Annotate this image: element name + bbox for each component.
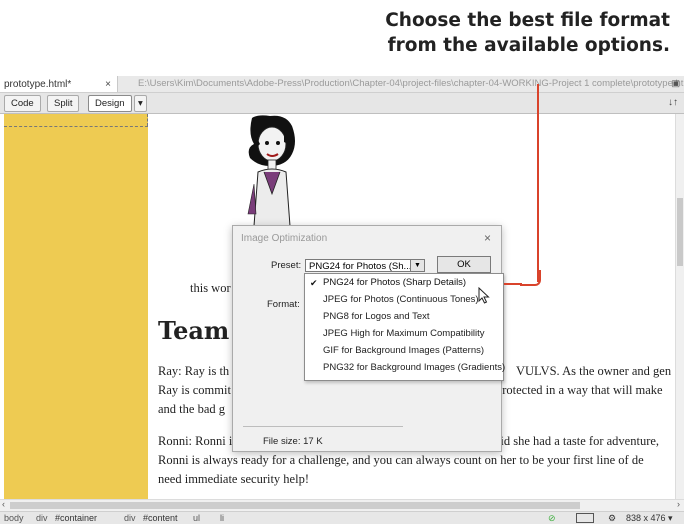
callout-pointer-line: [537, 84, 539, 282]
preset-option-label: JPEG for Photos (Continuous Tones): [323, 294, 479, 305]
design-view-button[interactable]: Design: [88, 95, 132, 112]
preset-option-jpeg-photos[interactable]: JPEG for Photos (Continuous Tones): [305, 292, 503, 308]
ronni-paragraph-line-3: need immediate security help!: [158, 472, 309, 486]
restore-window-icon[interactable]: ▣: [671, 78, 680, 89]
breadcrumb-content[interactable]: #content: [143, 512, 178, 524]
ok-button[interactable]: OK: [437, 256, 491, 273]
status-bar: body div #container div #content ul li ⊘…: [0, 511, 684, 524]
scroll-left-icon[interactable]: ‹: [2, 499, 5, 509]
callout-line-1: Choose the best file format: [385, 10, 670, 31]
document-tab-bar: prototype.html* × E:\Users\Kim\Documents…: [0, 76, 684, 93]
sort-icon[interactable]: ↓↑: [668, 97, 678, 108]
view-toolbar: Code Split Design ▾ ↓↑: [0, 93, 684, 114]
live-view-icon[interactable]: ⚙: [608, 512, 616, 524]
split-view-button[interactable]: Split: [47, 95, 80, 112]
ray-paragraph-line-1-right: VULVS. As the owner and gen: [516, 364, 672, 378]
preset-label: Preset:: [271, 260, 302, 271]
close-icon[interactable]: ×: [484, 231, 491, 245]
window-size-icon[interactable]: [576, 513, 594, 523]
ray-paragraph-line-2: Ray is commit: [158, 383, 231, 397]
ray-paragraph-line-1: Ray: Ray is th: [158, 364, 230, 378]
dialog-title: Image Optimization: [241, 233, 328, 244]
callout-pointer-end: [504, 283, 522, 285]
breadcrumb-tag-li[interactable]: li: [220, 512, 224, 524]
page-sidebar: [4, 114, 148, 499]
preset-option-label: PNG32 for Background Images (Gradients): [323, 362, 506, 373]
ray-paragraph-line-3: and the bad g: [158, 402, 225, 416]
document-tab-label: prototype.html*: [4, 78, 72, 90]
preset-option-label: PNG24 for Photos (Sharp Details): [323, 277, 467, 288]
document-tab[interactable]: prototype.html* ×: [0, 76, 118, 92]
vertical-scrollbar[interactable]: [675, 114, 684, 499]
preset-option-png8[interactable]: PNG8 for Logos and Text: [305, 309, 503, 325]
code-view-button[interactable]: Code: [4, 95, 41, 112]
ronni-paragraph-line-1: Ronni: Ronni i: [158, 434, 233, 448]
container-outline-edge: [147, 114, 148, 126]
content-text: this wor: [190, 281, 231, 295]
container-outline: [4, 126, 148, 127]
vertical-scroll-thumb[interactable]: [677, 198, 683, 266]
preset-option-png24[interactable]: ✔ PNG24 for Photos (Sharp Details): [305, 275, 503, 291]
callout-line-2: from the available options.: [387, 35, 670, 56]
chevron-down-icon[interactable]: ▼: [410, 260, 424, 271]
breadcrumb-tag-body[interactable]: body: [4, 512, 24, 524]
file-size-readout: File size: 17 K: [263, 436, 323, 447]
callout-annotation: Choose the best file format from the ava…: [310, 8, 670, 58]
preset-option-jpeg-high[interactable]: JPEG High for Maximum Compatibility: [305, 326, 503, 342]
preset-option-label: JPEG High for Maximum Compatibility: [323, 328, 485, 339]
mouse-cursor-icon: [478, 287, 490, 304]
callout-pointer-corner: [520, 270, 541, 286]
preset-option-png32[interactable]: PNG32 for Background Images (Gradients): [305, 360, 506, 376]
breadcrumb-container[interactable]: #container: [55, 512, 97, 524]
preset-option-gif[interactable]: GIF for Background Images (Patterns): [305, 343, 503, 359]
preset-option-label: PNG8 for Logos and Text: [323, 311, 430, 322]
preset-select[interactable]: PNG24 for Photos (Sh... ▼: [305, 259, 425, 272]
horizontal-scroll-thumb[interactable]: [10, 502, 580, 509]
view-menu-button[interactable]: ▾: [134, 95, 147, 112]
preset-select-value: PNG24 for Photos (Sh...: [309, 261, 412, 272]
preset-dropdown-list: ✔ PNG24 for Photos (Sharp Details) JPEG …: [304, 273, 506, 381]
file-path: E:\Users\Kim\Documents\Adobe-Press\Produ…: [138, 78, 684, 89]
ronni-paragraph-line-2: Ronni is always ready for a challenge, a…: [158, 453, 644, 467]
breadcrumb-tag-ul[interactable]: ul: [193, 512, 200, 524]
scroll-right-icon[interactable]: ›: [677, 499, 680, 509]
checkmark-icon: ✔: [310, 278, 318, 288]
format-label: Format:: [267, 299, 300, 310]
breadcrumb-tag-div[interactable]: div: [124, 512, 136, 524]
preset-option-label: GIF for Background Images (Patterns): [323, 345, 485, 356]
close-icon[interactable]: ×: [105, 79, 111, 90]
dialog-divider: [243, 426, 403, 427]
ronni-paragraph-line-1-right: said she had a taste for adventure,: [490, 434, 660, 448]
breadcrumb-tag-div[interactable]: div: [36, 512, 48, 524]
character-illustration: [247, 115, 295, 226]
window-size-readout[interactable]: 838 x 476 ▾: [626, 512, 673, 524]
validation-ok-icon[interactable]: ⊘: [548, 512, 556, 524]
ray-paragraph-line-2-right: protected in a way that will make: [496, 383, 663, 397]
